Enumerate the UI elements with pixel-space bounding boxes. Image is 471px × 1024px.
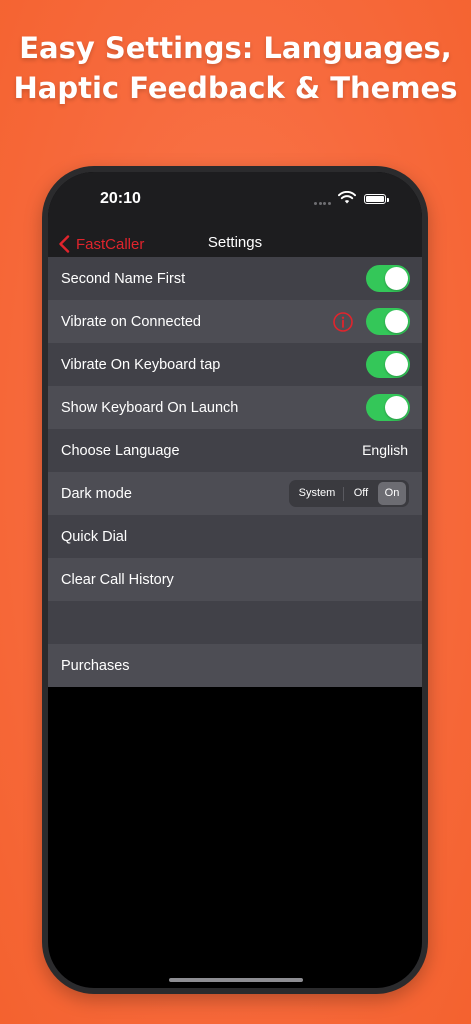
back-button-label: FastCaller: [76, 235, 145, 253]
setting-row-purchases[interactable]: Purchases: [48, 644, 422, 687]
setting-row-second-name-first: Second Name First: [48, 257, 422, 300]
toggle-knob: [385, 310, 408, 333]
battery-icon: [364, 194, 389, 204]
show-keyboard-launch-toggle[interactable]: [366, 394, 410, 421]
setting-label: Clear Call History: [61, 571, 174, 588]
signal-dots-icon: [314, 202, 332, 206]
promo-headline-line-1: Easy Settings: Languages,: [19, 31, 452, 65]
setting-row-vibrate-keyboard-tap: Vibrate On Keyboard tap: [48, 343, 422, 386]
wifi-icon: [338, 191, 356, 204]
dark-mode-segmented-control: System Off On: [289, 480, 409, 507]
status-bar: 20:10: [48, 172, 422, 222]
toggle-knob: [385, 267, 408, 290]
setting-row-vibrate-on-connected: Vibrate on Connected: [48, 300, 422, 343]
vibrate-keyboard-tap-toggle[interactable]: [366, 351, 410, 378]
language-value: English: [362, 442, 408, 458]
settings-list: Second Name First Vibrate on Connected V…: [48, 257, 422, 687]
dark-mode-option-on[interactable]: On: [378, 482, 406, 505]
promo-headline: Easy Settings: Languages, Haptic Feedbac…: [0, 28, 471, 108]
setting-row-dark-mode: Dark mode System Off On: [48, 472, 422, 515]
back-button[interactable]: FastCaller: [58, 232, 144, 256]
dark-mode-option-system[interactable]: System: [291, 482, 343, 505]
chevron-left-icon: [59, 235, 70, 253]
setting-row-show-keyboard-launch: Show Keyboard On Launch: [48, 386, 422, 429]
home-indicator[interactable]: [169, 978, 303, 982]
info-circle-icon[interactable]: [332, 311, 354, 333]
vibrate-on-connected-toggle[interactable]: [366, 308, 410, 335]
setting-row-spacer: [48, 601, 422, 644]
setting-label: Quick Dial: [61, 528, 128, 545]
phone-frame: 20:10 FastCaller Settings Second Name Fi…: [42, 166, 428, 994]
toggle-knob: [385, 353, 408, 376]
second-name-first-toggle[interactable]: [366, 265, 410, 292]
promo-headline-line-2: Haptic Feedback & Themes: [13, 71, 458, 105]
dark-mode-option-off[interactable]: Off: [344, 482, 378, 505]
setting-row-quick-dial[interactable]: Quick Dial: [48, 515, 422, 558]
status-time: 20:10: [100, 190, 141, 207]
toggle-knob: [385, 396, 408, 419]
setting-row-clear-call-history[interactable]: Clear Call History: [48, 558, 422, 601]
setting-row-choose-language[interactable]: Choose Language English: [48, 429, 422, 472]
phone-screen: 20:10 FastCaller Settings Second Name Fi…: [48, 172, 422, 988]
setting-label: Purchases: [61, 657, 130, 674]
